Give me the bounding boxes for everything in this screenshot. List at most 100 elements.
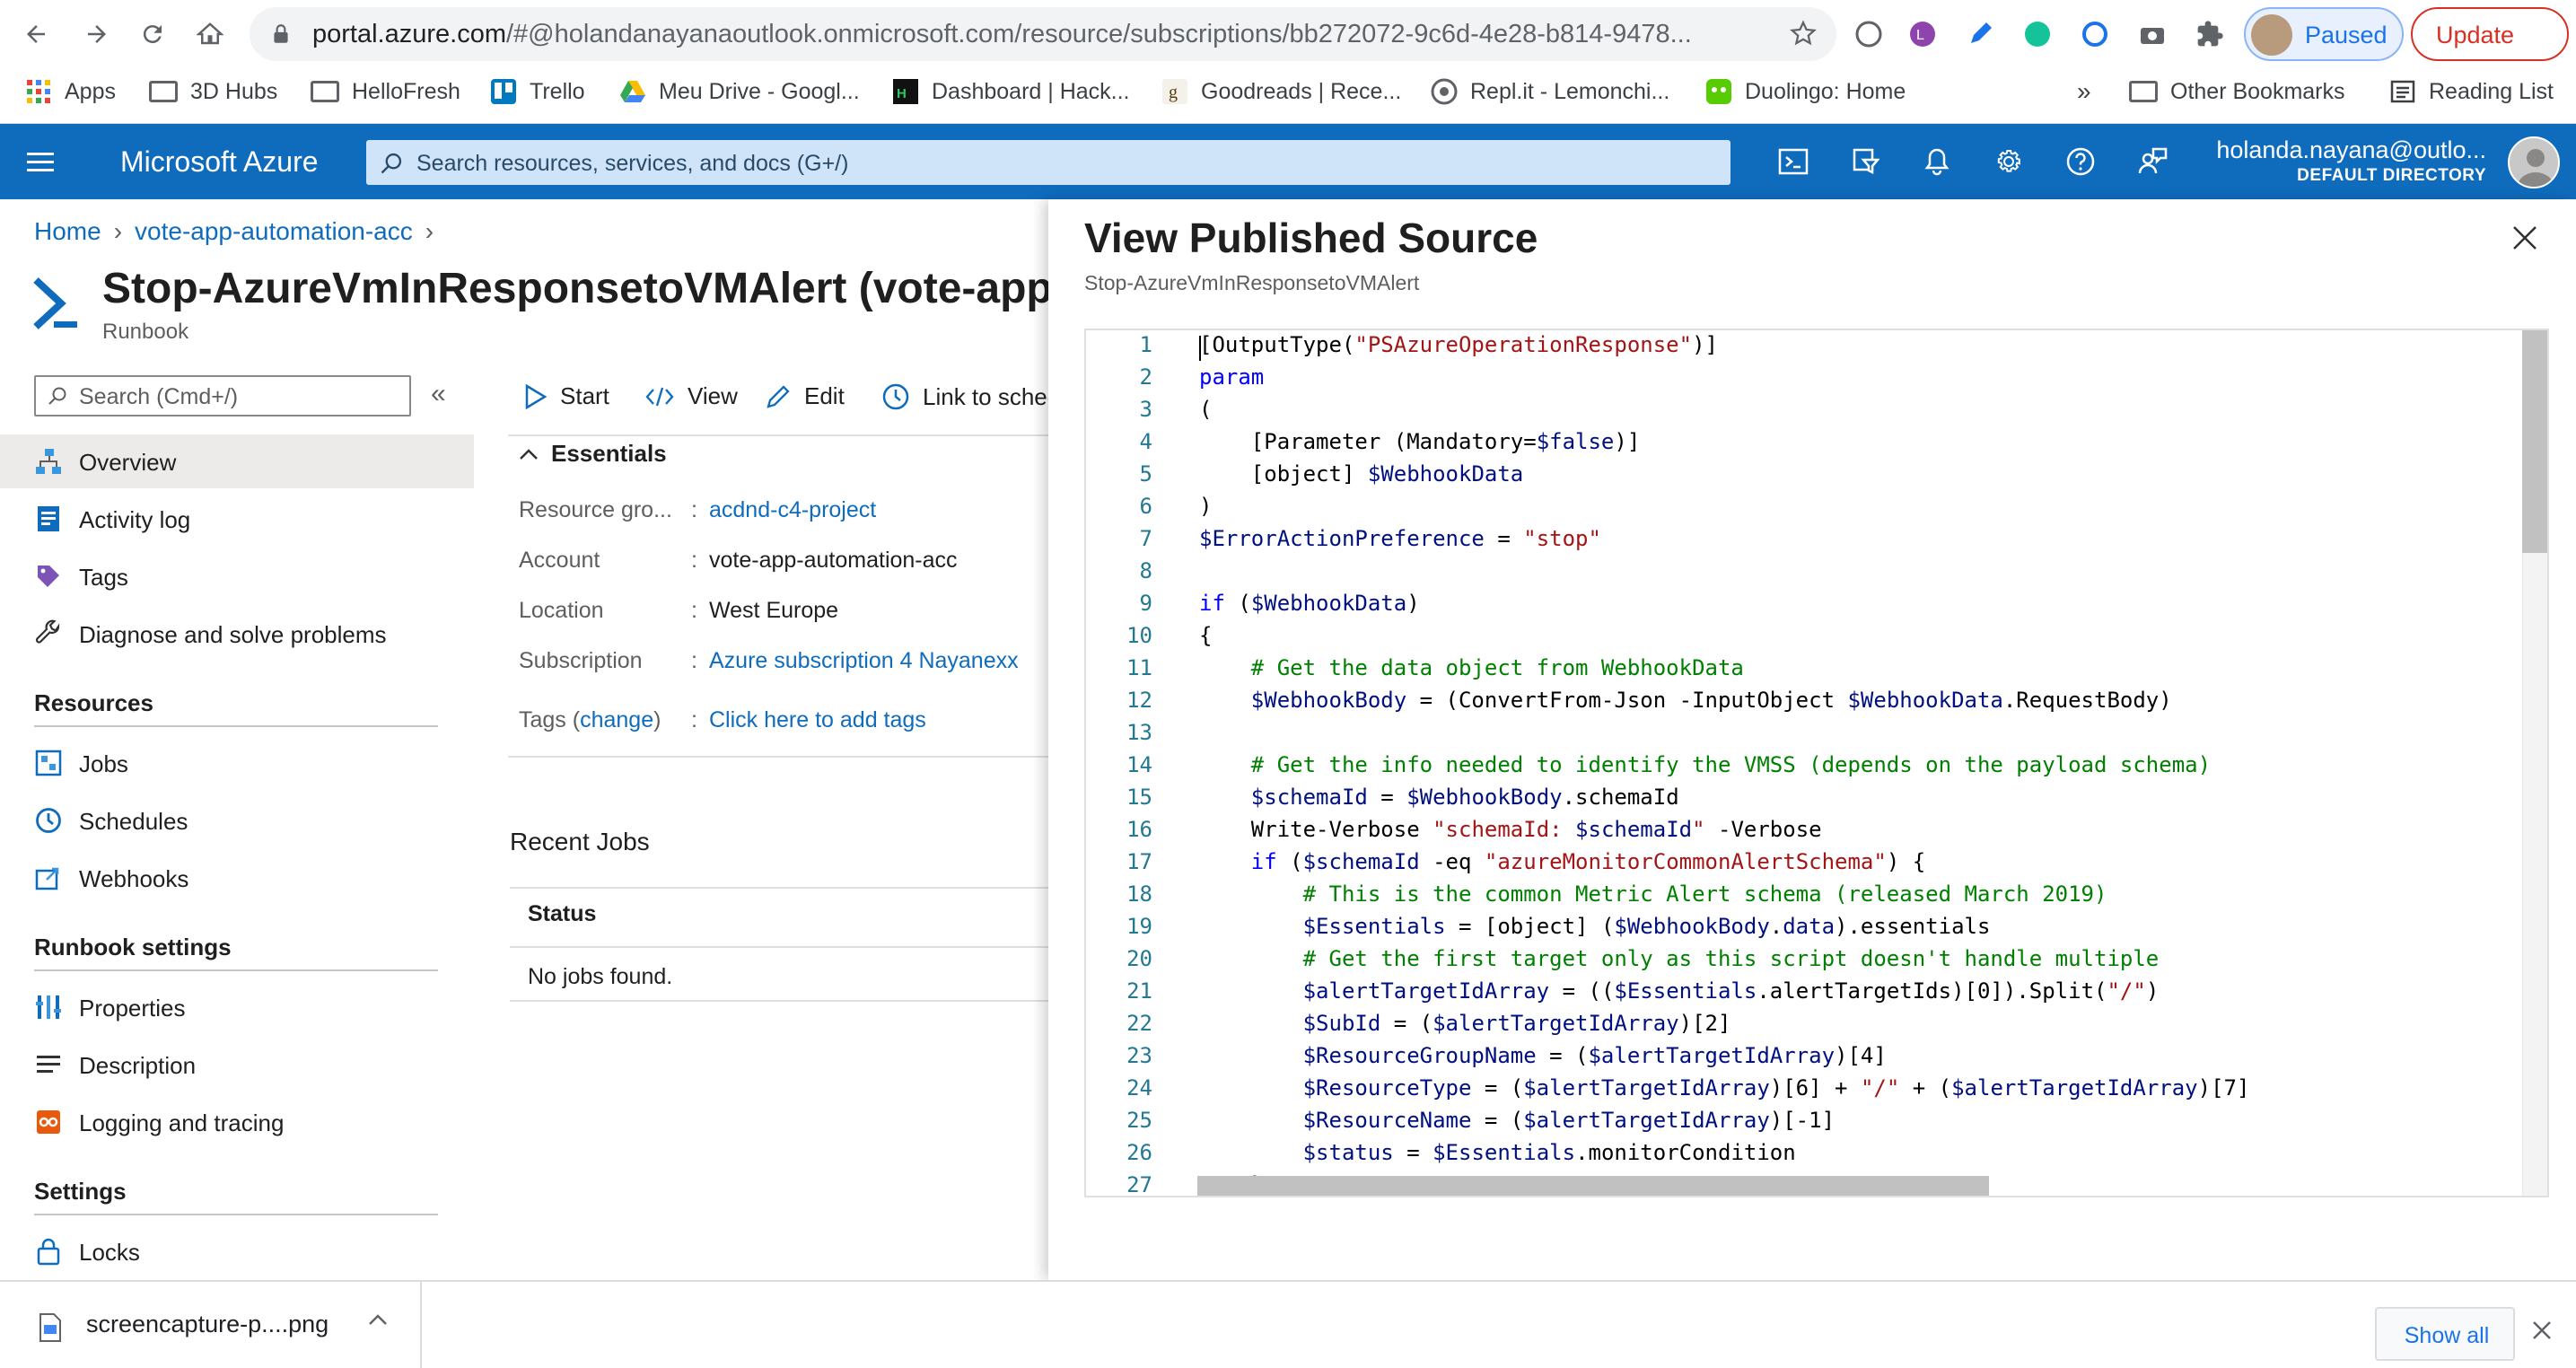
bookmark-google-drive[interactable]: Meu Drive - Googl... <box>619 75 860 108</box>
update-button[interactable]: Update <box>2411 7 2569 61</box>
start-button[interactable]: Start <box>522 382 609 410</box>
jobs-table-divider <box>510 946 1048 948</box>
menu-item-diagnose[interactable]: Diagnose and solve problems <box>0 607 474 661</box>
essentials-toggle[interactable]: Essentials <box>519 440 667 468</box>
code-lines: 1 [OutputType("PSAzureOperationResponse")… <box>1086 332 2522 1196</box>
pen-extension-icon[interactable] <box>1964 18 1996 50</box>
menu-item-webhooks[interactable]: Webhooks <box>0 851 474 905</box>
download-bar: screencapture-p....png Show all <box>0 1280 2576 1368</box>
code-text: $ResourceName = ($alertTargetIdArray)[-1… <box>1302 1108 1836 1133</box>
horizontal-scroll-thumb[interactable] <box>1197 1176 1989 1196</box>
menu-item-overview[interactable]: Overview <box>0 434 474 488</box>
code-text: $schemaId = $WebhookBody.schemaId <box>1250 785 1679 810</box>
grammarly-icon[interactable] <box>2021 18 2054 50</box>
directory-filter-icon[interactable] <box>1847 144 1883 180</box>
menu-item-tags[interactable]: Tags <box>0 549 474 603</box>
menu-item-properties[interactable]: Properties <box>0 980 474 1034</box>
menu-item-jobs[interactable]: Jobs <box>0 736 474 790</box>
code-editor[interactable]: 1 [OutputType("PSAzureOperationResponse")… <box>1084 329 2549 1197</box>
bookmark-star-icon[interactable] <box>1790 20 1817 47</box>
extension-icon-5[interactable] <box>2079 18 2111 50</box>
bookmark-hackerrank[interactable]: H Dashboard | Hack... <box>892 75 1129 108</box>
breadcrumb-automation-account[interactable]: vote-app-automation-acc <box>135 217 413 245</box>
menu-search-input[interactable]: Search (Cmd+/) <box>34 375 411 417</box>
edit-button[interactable]: Edit <box>765 382 845 410</box>
section-resources: Resources <box>34 689 153 716</box>
account-avatar[interactable] <box>2508 136 2560 189</box>
menu-item-schedules[interactable]: Schedules <box>0 794 474 847</box>
vertical-scrollbar[interactable] <box>2522 330 2547 1196</box>
download-item[interactable]: screencapture-p....png <box>0 1282 422 1368</box>
reading-list[interactable]: Reading List <box>2389 75 2554 108</box>
line-number: 3 <box>1139 397 1152 422</box>
svg-text:g: g <box>1169 83 1178 102</box>
bookmark-hellofresh[interactable]: HelloFresh <box>311 75 460 108</box>
resource-group-link[interactable]: acdnd-c4-project <box>709 497 876 523</box>
settings-gear-icon[interactable] <box>1991 144 2027 180</box>
bookmark-replit[interactable]: Repl.it - Lemonchi... <box>1431 75 1669 108</box>
bookmark-apps[interactable]: Apps <box>25 75 116 108</box>
extension-icon-1[interactable] <box>1853 18 1885 50</box>
code-text: if ($WebhookData) <box>1199 591 1420 616</box>
close-icon[interactable] <box>2531 1320 2553 1341</box>
line-number: 11 <box>1126 655 1152 680</box>
code-line: 12 $WebhookBody = (ConvertFrom-Json -Inp… <box>1086 688 2522 720</box>
vertical-scroll-thumb[interactable] <box>2522 330 2547 553</box>
reload-icon[interactable] <box>133 14 172 54</box>
add-tags-link[interactable]: Click here to add tags <box>709 707 926 733</box>
menu-item-activity-log[interactable]: Activity log <box>0 492 474 546</box>
back-icon[interactable] <box>16 14 56 54</box>
line-number: 9 <box>1139 591 1152 616</box>
hamburger-menu-icon[interactable] <box>27 149 57 174</box>
cloud-shell-icon[interactable] <box>1775 144 1811 180</box>
extensions-puzzle-icon[interactable] <box>2194 18 2226 50</box>
line-number: 2 <box>1139 364 1152 390</box>
feedback-icon[interactable] <box>2134 144 2170 180</box>
panel-title: View Published Source <box>1084 215 1538 261</box>
help-icon[interactable] <box>2063 144 2098 180</box>
profile-button[interactable]: Paused <box>2244 7 2404 61</box>
page-title: Stop-AzureVmInResponsetoVMAlert (vote-ap… <box>102 265 1091 312</box>
azure-brand[interactable]: Microsoft Azure <box>120 145 319 179</box>
code-line: 1 [OutputType("PSAzureOperationResponse")… <box>1086 332 2522 364</box>
jobs-table-bottom-border <box>510 1000 1048 1002</box>
breadcrumb-home[interactable]: Home <box>34 217 101 245</box>
subscription-link[interactable]: Azure subscription 4 Nayanexx <box>709 648 1019 674</box>
line-number: 1 <box>1139 332 1152 357</box>
address-bar[interactable]: portal.azure.com/#@holandanayanaoutlook.… <box>250 7 1836 61</box>
account-info[interactable]: holanda.nayana@outlo... DEFAULT DIRECTOR… <box>2216 136 2486 186</box>
chevron-up-icon[interactable] <box>366 1309 390 1332</box>
activity-log-icon <box>38 506 59 531</box>
bookmark-duolingo[interactable]: Duolingo: Home <box>1705 75 1906 108</box>
pencil-icon <box>767 384 790 408</box>
home-icon[interactable] <box>190 14 230 54</box>
bookmark-goodreads[interactable]: g Goodreads | Rece... <box>1161 75 1401 108</box>
bookmark-3d-hubs[interactable]: 3D Hubs <box>149 75 277 108</box>
menu-item-description[interactable]: Description <box>0 1038 474 1092</box>
line-number: 23 <box>1126 1043 1152 1068</box>
collapse-menu-icon[interactable]: « <box>431 379 446 409</box>
tags-change-link[interactable]: change <box>580 707 653 732</box>
show-all-button[interactable]: Show all <box>2375 1307 2515 1361</box>
camera-icon[interactable] <box>2136 18 2169 50</box>
code-text: # Get the data object from WebhookData <box>1250 655 1744 680</box>
bookmarks-overflow-button[interactable]: » <box>2077 75 2091 108</box>
menu-item-locks[interactable]: Locks <box>0 1224 474 1278</box>
code-line: 14 # Get the info needed to identify the… <box>1086 752 2522 785</box>
azure-search-input[interactable]: Search resources, services, and docs (G+… <box>366 140 1730 185</box>
code-icon <box>645 387 674 406</box>
notifications-bell-icon[interactable] <box>1919 144 1955 180</box>
forward-icon[interactable] <box>77 14 117 54</box>
section-settings: Settings <box>34 1178 127 1205</box>
apps-grid-icon <box>27 80 50 103</box>
code-text: Write-Verbose "schemaId: $schemaId" -Ver… <box>1199 817 1822 842</box>
line-number: 20 <box>1126 946 1152 971</box>
menu-item-logging[interactable]: Logging and tracing <box>0 1095 474 1149</box>
view-button[interactable]: View <box>644 382 738 410</box>
other-bookmarks[interactable]: Other Bookmarks <box>2129 75 2345 108</box>
link-to-schedule-button[interactable]: Link to sched <box>881 382 1060 411</box>
bookmark-trello[interactable]: Trello <box>490 75 585 108</box>
close-icon[interactable] <box>2511 224 2538 251</box>
extension-icon-2[interactable]: L <box>1906 18 1939 50</box>
line-number: 15 <box>1126 785 1152 810</box>
